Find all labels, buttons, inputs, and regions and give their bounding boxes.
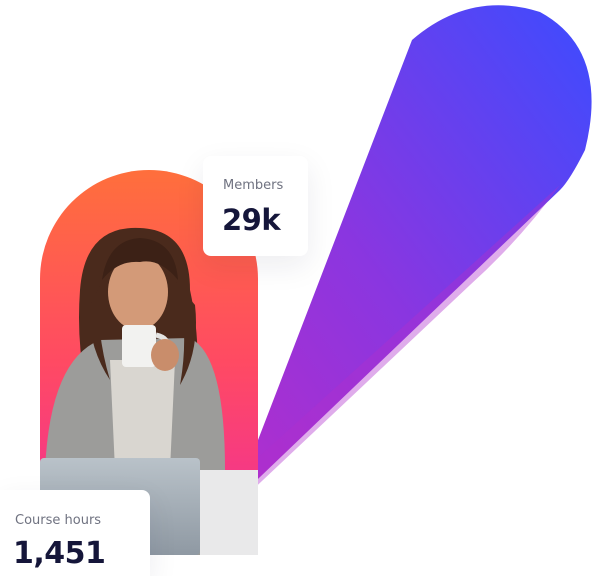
hero-illustration: Members 29k Course hours 1,451	[0, 0, 594, 576]
course-hours-label: Course hours	[15, 513, 102, 528]
members-stat-card: Members 29k	[203, 156, 308, 256]
course-hours-stat-card: Course hours 1,451	[0, 490, 150, 576]
members-value: 29k	[222, 203, 281, 237]
members-label: Members	[223, 178, 284, 193]
course-hours-value: 1,451	[13, 536, 106, 571]
